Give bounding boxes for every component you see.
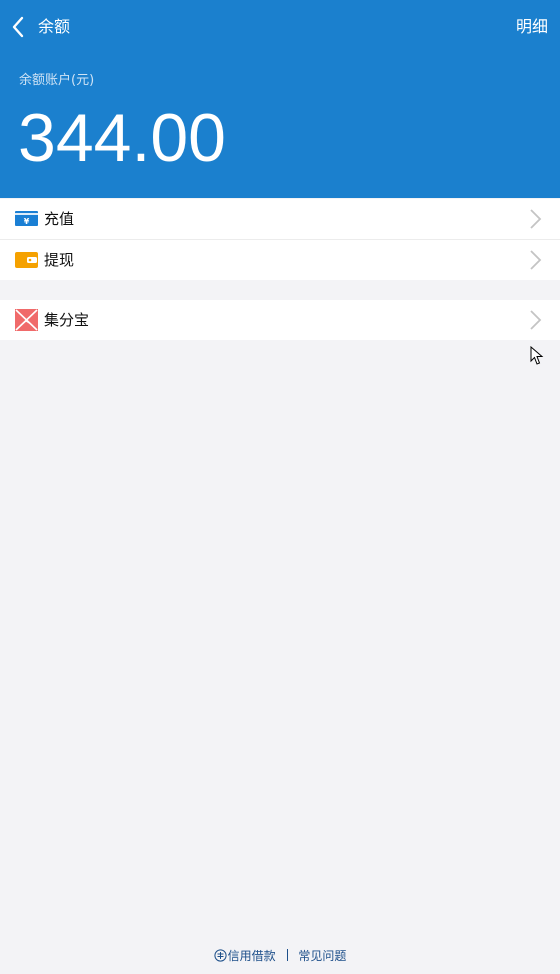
recharge-card-icon: ¥ [15,209,39,229]
page-title: 余额 [38,17,71,36]
chevron-right-icon [528,208,542,230]
footer: 信用借款 常见问题 [0,946,560,966]
menu-item-label: 提现 [44,251,75,269]
balance-header: 余额 明细 余额账户(元) 344.00 [0,0,560,198]
menu-item-withdraw[interactable]: 提现 [0,239,560,280]
mouse-cursor-icon [530,345,544,366]
details-button[interactable]: 明细 [516,15,548,39]
menu-group-points: 集分宝 [0,300,560,340]
wallet-icon [15,250,39,270]
svg-text:¥: ¥ [24,217,30,226]
menu-group-account: ¥ 充值 提现 [0,199,560,280]
credit-badge-icon [214,949,227,962]
credit-loan-link[interactable]: 信用借款 [214,949,280,963]
back-arrow-icon [12,16,24,38]
menu-item-label: 集分宝 [44,311,90,329]
menu-item-jifenbao[interactable]: 集分宝 [0,300,560,340]
top-bar: 余额 明细 [0,0,560,54]
menu-item-label: 充值 [44,210,75,228]
chevron-right-icon [528,249,542,271]
faq-link[interactable]: 常见问题 [298,949,346,963]
balance-label: 余额账户(元) [19,73,95,88]
back-button[interactable] [8,12,30,42]
jifenbao-icon [15,309,39,331]
balance-amount: 344.00 [18,100,226,176]
footer-divider [286,949,288,961]
menu-item-recharge[interactable]: ¥ 充值 [0,199,560,239]
chevron-right-icon [528,309,542,331]
balance-page: 余额 明细 余额账户(元) 344.00 ¥ 充值 提现 集分宝 信用借款 常见… [0,0,560,974]
credit-loan-label: 信用借款 [227,949,276,963]
